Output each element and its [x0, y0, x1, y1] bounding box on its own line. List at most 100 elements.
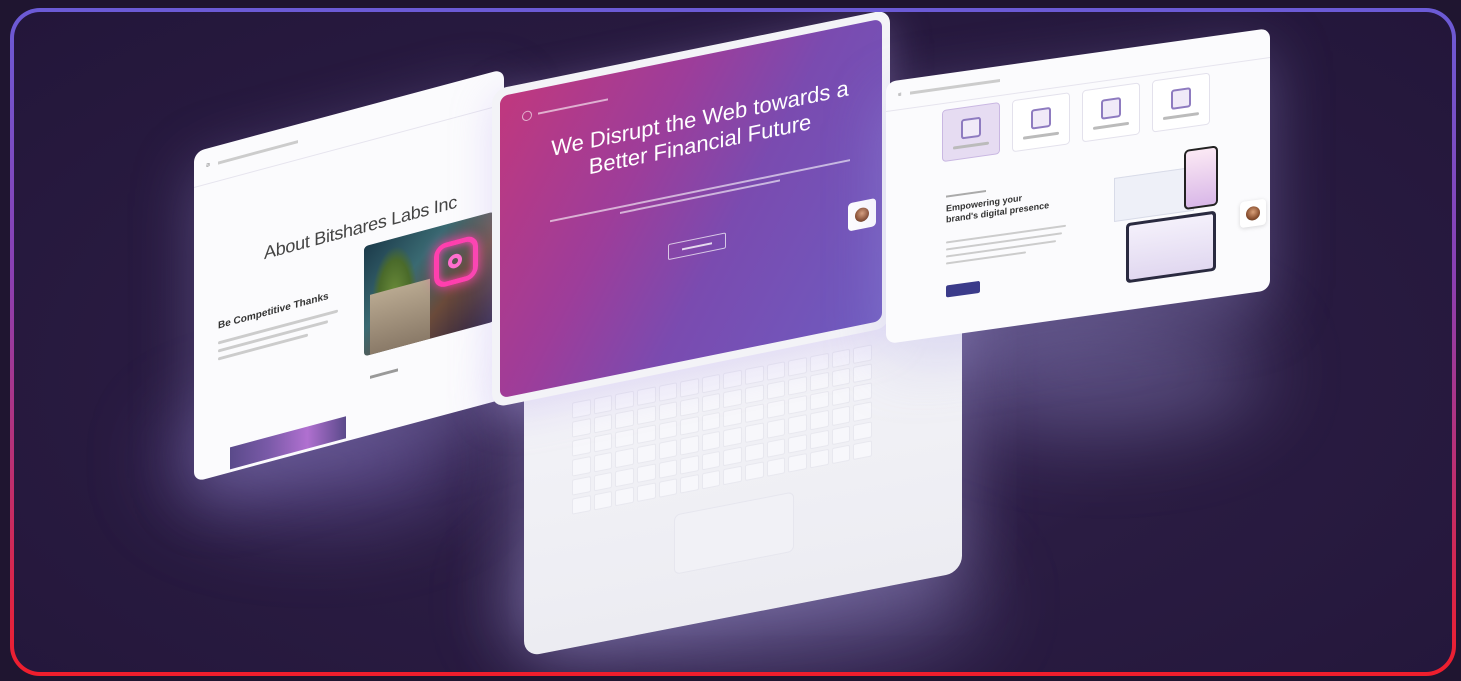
section-eyebrow	[946, 189, 986, 198]
card-label-placeholder	[1023, 131, 1059, 140]
services-page-mockup: ≡ Empowering your brand's digital presen…	[886, 28, 1270, 345]
key	[810, 429, 829, 450]
key	[723, 369, 743, 390]
key	[810, 391, 829, 411]
nav-placeholder	[909, 79, 1000, 95]
about-page-navbar: ≡	[194, 68, 504, 188]
key	[658, 439, 678, 460]
about-page-link[interactable]	[370, 367, 398, 381]
laptop-trackpad	[674, 491, 794, 575]
service-card-3[interactable]	[1082, 82, 1140, 143]
key	[615, 428, 634, 449]
menu-icon: ≡	[206, 161, 211, 170]
key	[788, 452, 808, 473]
key	[680, 397, 699, 417]
key	[701, 373, 721, 394]
monitor-icon	[1101, 96, 1121, 120]
key	[831, 367, 851, 388]
nav-placeholder	[538, 98, 608, 115]
key	[853, 440, 872, 460]
services-cta-button[interactable]	[946, 280, 980, 298]
key	[810, 448, 829, 469]
document-icon	[1031, 106, 1051, 130]
key	[788, 376, 808, 396]
key	[572, 456, 591, 477]
key	[701, 431, 721, 452]
key	[745, 461, 764, 481]
glow-right	[944, 312, 1264, 432]
key	[723, 427, 743, 447]
key	[853, 421, 872, 441]
chat-widget-button[interactable]	[1240, 198, 1266, 229]
key	[636, 463, 656, 483]
key	[615, 448, 634, 468]
service-card-4[interactable]	[1152, 72, 1210, 133]
service-card-1[interactable]	[942, 101, 1000, 163]
key	[723, 388, 743, 409]
key	[831, 348, 851, 369]
key	[766, 418, 786, 439]
key	[658, 382, 678, 402]
key	[831, 406, 851, 426]
hero-navbar	[522, 94, 608, 122]
key	[615, 409, 634, 430]
key	[680, 435, 699, 456]
laptop-illustration	[1126, 210, 1216, 284]
key	[766, 457, 786, 477]
key	[593, 471, 613, 492]
key	[636, 386, 656, 407]
key	[593, 433, 613, 453]
key	[831, 386, 851, 407]
key	[788, 395, 808, 416]
key	[788, 356, 808, 377]
about-page-image	[364, 211, 494, 357]
key	[572, 418, 591, 438]
key	[658, 420, 678, 441]
key	[701, 412, 721, 432]
avatar	[1246, 205, 1260, 222]
key	[572, 494, 591, 515]
chat-widget-button[interactable]	[848, 197, 876, 232]
about-page-mockup: ≡ About Bitshares Labs Inc Be Competitiv…	[194, 68, 504, 483]
phone-illustration	[1184, 145, 1218, 211]
key	[593, 452, 613, 473]
key	[572, 399, 591, 419]
key	[853, 382, 872, 403]
key	[810, 410, 829, 431]
key	[766, 399, 786, 420]
avatar	[855, 206, 869, 224]
menu-icon: ≡	[898, 91, 902, 98]
key	[615, 486, 634, 507]
key	[680, 416, 699, 437]
card-label-placeholder	[953, 141, 989, 150]
key	[853, 363, 872, 384]
nav-placeholder	[218, 140, 299, 165]
button-placeholder	[682, 242, 712, 251]
key	[658, 401, 678, 422]
key	[745, 365, 764, 386]
key	[788, 433, 808, 454]
key	[723, 407, 743, 428]
key	[745, 403, 764, 424]
service-card-2[interactable]	[1012, 92, 1070, 153]
key	[831, 425, 851, 446]
hero-cta-button[interactable]	[668, 232, 726, 261]
key	[593, 394, 613, 415]
mobile-icon	[1171, 86, 1191, 110]
key	[680, 473, 699, 494]
card-label-placeholder	[1093, 121, 1129, 130]
key	[680, 454, 699, 475]
card-label-placeholder	[1163, 111, 1199, 120]
logo-icon[interactable]	[522, 109, 532, 122]
key	[658, 478, 678, 498]
key	[572, 475, 591, 496]
key	[701, 450, 721, 471]
key	[593, 490, 613, 511]
monitor-illustration	[1114, 166, 1194, 222]
key	[636, 424, 656, 445]
key	[766, 437, 786, 458]
key	[810, 352, 829, 373]
key	[658, 458, 678, 479]
key	[745, 422, 764, 443]
key	[745, 442, 764, 462]
